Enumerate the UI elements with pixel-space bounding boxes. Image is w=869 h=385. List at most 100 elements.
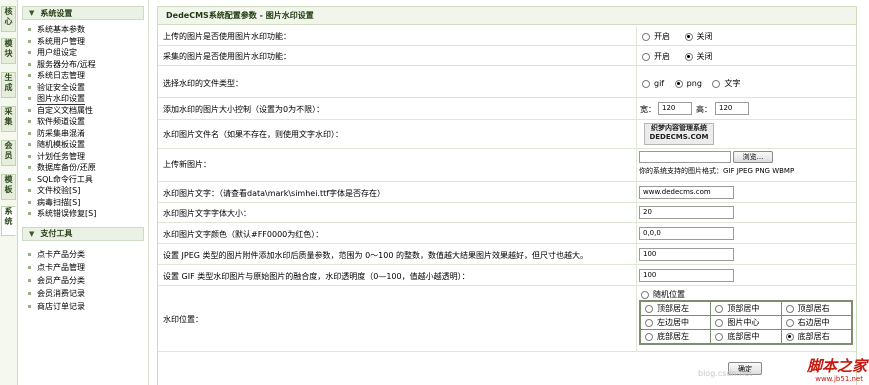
menu-item[interactable]: 系统用户管理 (28, 36, 148, 48)
bullet-icon (28, 85, 31, 89)
bullet-icon (28, 189, 31, 193)
bullet-icon (28, 97, 31, 101)
watermark-text-input[interactable]: www.dedecms.com (639, 186, 734, 199)
bullet-icon (28, 108, 31, 112)
menu-item[interactable]: 病毒扫描[S] (28, 197, 148, 209)
menu-item[interactable]: 数据库备份/还原 (28, 162, 148, 174)
type-text-radio[interactable] (712, 79, 721, 88)
settings-panel: DedeCMS系统配置参数 - 图片水印设置 上传的图片是否使用图片水印功能： … (157, 6, 857, 385)
menu-item-active[interactable]: 图片水印设置 (28, 93, 148, 105)
panel-title: DedeCMS系统配置参数 - 图片水印设置 (158, 7, 856, 25)
menu-item[interactable]: 会员消费记录 (28, 287, 148, 300)
bullet-icon (28, 177, 31, 181)
menu-item[interactable]: 用户组设定 (28, 47, 148, 59)
bullet-icon (28, 212, 31, 216)
position-middle-right-radio[interactable] (785, 318, 794, 327)
position-middle-left-radio[interactable] (645, 318, 653, 327)
faint-watermark-text: blog.csdn.net (698, 369, 753, 378)
tab-generate[interactable]: 生成 (1, 72, 16, 98)
row-watermark-text: 水印图片文字：（请查看data\mark\simhei.ttf字体是否存在） w… (158, 182, 856, 203)
file-path-input[interactable] (639, 151, 731, 163)
menu-item[interactable]: 点卡产品分类 (28, 248, 148, 261)
collect-off-radio[interactable] (684, 52, 693, 61)
menu-item[interactable]: 防采集串混淆 (28, 128, 148, 140)
tab-core[interactable]: 核心 (1, 6, 16, 32)
row-size-limit: 添加水印的图片大小控制（设置为0为不限）： 宽： 120 高： 120 (158, 98, 856, 120)
menu-item[interactable]: 会员产品分类 (28, 274, 148, 287)
row-watermark-file: 水印图片文件名（如果不存在，则使用文字水印）： 织梦内容管理系统 DEDECMS… (158, 120, 856, 149)
bullet-icon (28, 166, 31, 170)
payment-tools-list: 点卡产品分类 点卡产品管理 会员产品分类 会员消费记录 商店订单记录 (28, 248, 148, 313)
browse-button[interactable]: 浏览... (733, 151, 773, 163)
menu-item[interactable]: 服务器分布/远程 (28, 59, 148, 71)
bullet-icon (28, 39, 31, 43)
bullet-icon (28, 74, 31, 78)
position-bottom-left-radio[interactable] (645, 332, 653, 341)
menu-item[interactable]: 系统错误修复[S] (28, 208, 148, 220)
position-bottom-center-radio[interactable] (715, 332, 724, 341)
tab-module[interactable]: 模块 (1, 38, 16, 64)
row-upload-watermark: 上传的图片是否使用图片水印功能： 开启 关闭 (158, 26, 856, 46)
jpeg-quality-input[interactable]: 100 (639, 248, 734, 261)
row-upload-new-image: 上传新图片： 浏览... 你的系统支持的图片格式：GIF JPEG PNG WB… (158, 149, 856, 182)
side-menu: ▼ 系统设置 系统基本参数 系统用户管理 用户组设定 服务器分布/远程 系统日志… (18, 0, 149, 385)
width-input[interactable]: 120 (658, 102, 692, 115)
bullet-icon (28, 265, 31, 269)
position-grid: 顶部居左 顶部居中 顶部居右 左边居中 图片中心 右边居中 底部居左 底部居中 … (639, 300, 853, 345)
menu-item[interactable]: 计划任务管理 (28, 151, 148, 163)
menu-item[interactable]: 自定义文档属性 (28, 105, 148, 117)
collect-on-radio[interactable] (642, 52, 650, 61)
menu-item[interactable]: 商店订单记录 (28, 300, 148, 313)
bullet-icon (28, 291, 31, 295)
tab-template[interactable]: 模板 (1, 174, 16, 200)
watermark-preview-image: 织梦内容管理系统 DEDECMS.COM (644, 123, 714, 145)
bullet-icon (28, 154, 31, 158)
row-watermark-position: 水印位置： 随机位置 顶部居左 顶部居中 顶部居右 左边居中 图片中心 右边居中… (158, 286, 856, 352)
font-size-input[interactable]: 20 (639, 206, 734, 219)
menu-item[interactable]: SQL命令行工具 (28, 174, 148, 186)
position-top-right-radio[interactable] (785, 304, 794, 313)
vertical-tab-bar: 核心 模块 生成 采集 会员 模板 系统 (0, 0, 18, 385)
type-gif-radio[interactable] (642, 79, 650, 88)
menu-item[interactable]: 系统基本参数 (28, 24, 148, 36)
menu-section-payment-tools[interactable]: ▼ 支付工具 (22, 226, 144, 241)
position-top-left-radio[interactable] (645, 304, 653, 313)
row-gif-transparency: 设置 GIF 类型水印图片与原始图片的融合度，水印透明度（0—100，值越小越透… (158, 265, 856, 286)
position-top-center-radio[interactable] (715, 304, 724, 313)
bullet-icon (28, 252, 31, 256)
menu-item[interactable]: 文件校验[S] (28, 185, 148, 197)
row-jpeg-quality: 设置 JPEG 类型的图片附件添加水印后质量参数，范围为 0～100 的整数，数… (158, 244, 856, 265)
brand-watermark: 脚本之家 www.jb51.net (806, 357, 867, 383)
gif-transparency-input[interactable]: 100 (639, 269, 734, 282)
upload-on-radio[interactable] (642, 32, 650, 41)
bullet-icon (28, 143, 31, 147)
bullet-icon (28, 62, 31, 66)
position-bottom-right-radio[interactable] (785, 332, 794, 341)
bullet-icon (28, 51, 31, 55)
menu-item[interactable]: 软件频道设置 (28, 116, 148, 128)
menu-section-system-settings[interactable]: ▼ 系统设置 (22, 6, 144, 20)
tab-member[interactable]: 会员 (1, 140, 16, 166)
row-file-type: 选择水印的文件类型： gif png 文字 (158, 66, 856, 98)
collapse-arrow-icon: ▼ (29, 9, 35, 17)
row-collect-watermark: 采集的图片是否使用图片水印功能： 开启 关闭 (158, 46, 856, 66)
system-settings-list: 系统基本参数 系统用户管理 用户组设定 服务器分布/远程 系统日志管理 验证安全… (28, 24, 148, 220)
font-color-input[interactable]: 0,0,0 (639, 227, 734, 240)
bullet-icon (28, 131, 31, 135)
collapse-arrow-icon: ▼ (29, 229, 35, 238)
tab-collect[interactable]: 采集 (1, 106, 16, 132)
position-center-radio[interactable] (715, 318, 724, 327)
upload-off-radio[interactable] (684, 32, 693, 41)
tab-system[interactable]: 系统 (1, 206, 16, 236)
menu-item[interactable]: 验证安全设置 (28, 82, 148, 94)
menu-item[interactable]: 点卡产品管理 (28, 261, 148, 274)
menu-item[interactable]: 随机模板设置 (28, 139, 148, 151)
menu-item[interactable]: 系统日志管理 (28, 70, 148, 82)
bullet-icon (28, 200, 31, 204)
position-random-radio[interactable] (641, 290, 649, 299)
row-font-size: 水印图片文字字体大小： 20 (158, 203, 856, 223)
height-input[interactable]: 120 (715, 102, 749, 115)
bullet-icon (28, 28, 31, 32)
type-png-radio[interactable] (674, 79, 683, 88)
bullet-icon (28, 304, 31, 308)
